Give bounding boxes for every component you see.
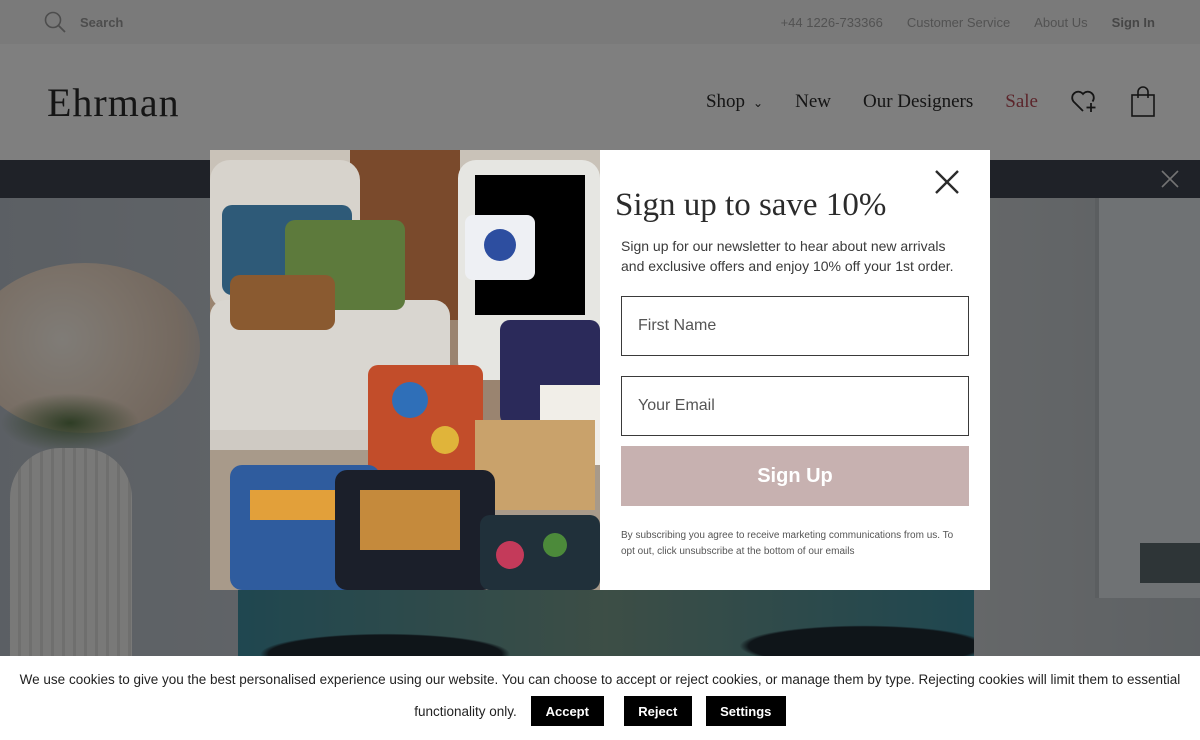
cookie-text: We use cookies to give you the best pers… [19,672,1181,687]
modal-subtitle: Sign up for our newsletter to hear about… [621,238,954,274]
first-name-field[interactable] [621,296,969,356]
modal-photo [210,150,600,590]
cushions-photo [210,150,600,590]
cookie-settings-button[interactable]: Settings [705,696,786,726]
cookie-banner: We use cookies to give you the best pers… [0,656,1200,740]
close-icon[interactable] [933,168,961,196]
modal-fineprint: By subscribing you agree to receive mark… [621,530,954,557]
reject-cookies-button[interactable]: Reject [623,696,692,726]
email-field[interactable] [621,376,969,436]
cookie-text-end: functionality only. [414,703,517,719]
accept-cookies-button[interactable]: Accept [530,696,604,726]
modal-content: Sign up to save 10% Sign up for our news… [600,150,990,590]
modal-title: Sign up to save 10% [615,187,887,223]
sign-up-button[interactable]: Sign Up [621,446,969,506]
newsletter-modal: Sign up to save 10% Sign up for our news… [210,150,990,590]
